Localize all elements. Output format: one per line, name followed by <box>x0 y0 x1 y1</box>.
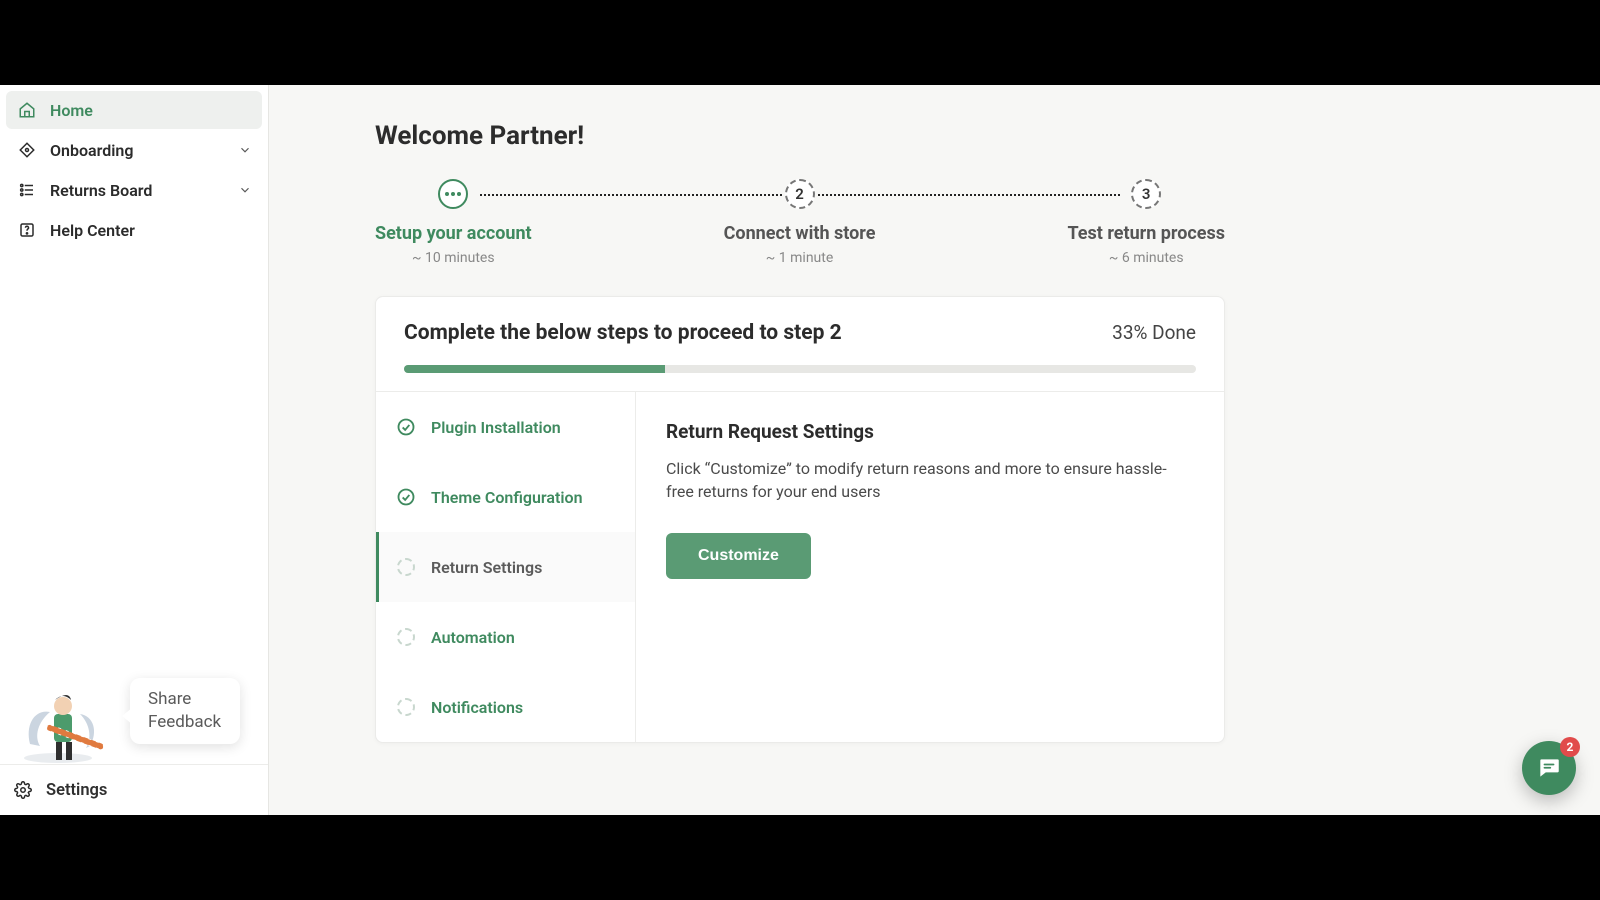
gear-icon <box>12 779 34 801</box>
sidebar-bottom: Share Feedback Settings <box>0 644 268 815</box>
task-theme-configuration[interactable]: Theme Configuration <box>376 462 635 532</box>
circle-dashed-icon <box>395 626 417 648</box>
feedback-text-line1: Share <box>148 688 222 711</box>
check-circle-icon <box>395 416 417 438</box>
tag-icon <box>16 139 38 161</box>
sidebar-item-settings[interactable]: Settings <box>0 764 268 815</box>
step-time: ~ 10 minutes <box>412 250 495 266</box>
chat-icon <box>1536 755 1562 781</box>
stepper-step-2[interactable]: 2 Connect with store ~ 1 minute <box>724 179 876 266</box>
circle-dashed-icon <box>395 556 417 578</box>
share-feedback[interactable]: Share Feedback <box>0 644 268 764</box>
step-title: Test return process <box>1067 223 1225 244</box>
home-icon <box>16 99 38 121</box>
main-content: Welcome Partner! Setup your account ~ 10… <box>269 85 1600 815</box>
onboarding-stepper: Setup your account ~ 10 minutes 2 Connec… <box>375 179 1225 266</box>
stepper-step-1[interactable]: Setup your account ~ 10 minutes <box>375 179 532 266</box>
detail-pane: Return Request Settings Click “Customize… <box>636 392 1224 742</box>
step-title: Connect with store <box>724 223 876 244</box>
sidebar-item-home[interactable]: Home <box>6 91 262 129</box>
step-title: Setup your account <box>375 223 532 244</box>
nav-label: Help Center <box>50 221 135 240</box>
progress-title: Complete the below steps to proceed to s… <box>404 321 842 345</box>
chevron-down-icon <box>238 143 252 157</box>
step-circle-pending: 2 <box>785 179 815 209</box>
nav-label: Home <box>50 101 93 120</box>
customize-button[interactable]: Customize <box>666 533 811 579</box>
progress-percent: 33% Done <box>1112 321 1196 344</box>
stepper-connector <box>818 194 1120 196</box>
sidebar: Home Onboarding Returns Board <box>0 85 269 815</box>
check-circle-icon <box>395 486 417 508</box>
circle-dashed-icon <box>395 696 417 718</box>
chat-badge: 2 <box>1560 737 1580 757</box>
task-label: Return Settings <box>431 558 542 577</box>
person-illustration <box>20 654 110 764</box>
feedback-bubble: Share Feedback <box>130 678 240 744</box>
task-plugin-installation[interactable]: Plugin Installation <box>376 392 635 462</box>
task-label: Theme Configuration <box>431 488 583 507</box>
step-circle-active <box>438 179 468 209</box>
task-label: Notifications <box>431 698 523 717</box>
ellipsis-icon <box>445 192 461 196</box>
step-time: ~ 1 minute <box>766 250 833 266</box>
task-label: Plugin Installation <box>431 418 561 437</box>
stepper-connector <box>480 194 782 196</box>
settings-label: Settings <box>46 781 107 800</box>
task-list: Plugin Installation Theme Configuration … <box>376 392 636 742</box>
list-icon <box>16 179 38 201</box>
progress-block: Complete the below steps to proceed to s… <box>376 297 1224 392</box>
help-icon <box>16 219 38 241</box>
task-automation[interactable]: Automation <box>376 602 635 672</box>
nav-list: Home Onboarding Returns Board <box>0 85 268 251</box>
nav-label: Onboarding <box>50 141 133 160</box>
sidebar-item-help-center[interactable]: Help Center <box>6 211 262 249</box>
task-return-settings[interactable]: Return Settings <box>376 532 635 602</box>
sidebar-item-returns-board[interactable]: Returns Board <box>6 171 262 209</box>
chevron-down-icon <box>238 183 252 197</box>
detail-title: Return Request Settings <box>666 420 1194 443</box>
progress-bar <box>404 365 1196 373</box>
nav-label: Returns Board <box>50 181 152 200</box>
step-time: ~ 6 minutes <box>1109 250 1184 266</box>
progress-fill <box>404 365 665 373</box>
task-label: Automation <box>431 628 515 647</box>
detail-description: Click “Customize” to modify return reaso… <box>666 457 1186 503</box>
task-notifications[interactable]: Notifications <box>376 672 635 742</box>
stepper-step-3[interactable]: 3 Test return process ~ 6 minutes <box>1067 179 1225 266</box>
step-circle-pending: 3 <box>1131 179 1161 209</box>
setup-card: Complete the below steps to proceed to s… <box>375 296 1225 743</box>
sidebar-item-onboarding[interactable]: Onboarding <box>6 131 262 169</box>
chat-button[interactable]: 2 <box>1522 741 1576 795</box>
feedback-text-line2: Feedback <box>148 711 222 734</box>
app-frame: Home Onboarding Returns Board <box>0 85 1600 815</box>
page-title: Welcome Partner! <box>375 121 1225 151</box>
